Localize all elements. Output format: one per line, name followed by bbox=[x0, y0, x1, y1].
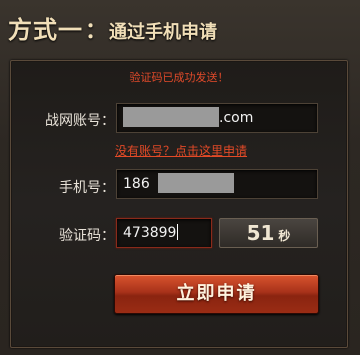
text-caret bbox=[177, 224, 179, 240]
phone-label: 手机号： bbox=[59, 180, 115, 196]
phone-prefix: 186 bbox=[123, 176, 150, 192]
account-domain-suffix: .com bbox=[219, 110, 254, 126]
account-redacted bbox=[123, 106, 219, 127]
resend-countdown-button[interactable]: 51 秒 bbox=[219, 218, 318, 248]
code-value: 473899 bbox=[123, 225, 177, 241]
status-message: 验证码已成功发送！ bbox=[129, 71, 229, 84]
countdown-number: 51 bbox=[246, 221, 275, 245]
account-label: 战网账号： bbox=[45, 113, 115, 129]
account-input[interactable]: .com bbox=[116, 103, 318, 133]
page: 方式一 ： 通过手机申请 验证码已成功发送！ 战网账号： .com 没有账号？点… bbox=[0, 0, 360, 355]
apply-now-button[interactable]: 立即申请 bbox=[114, 274, 319, 314]
apply-form-panel: 验证码已成功发送！ 战网账号： .com 没有账号？点击这里申请 手机号： 18… bbox=[10, 60, 348, 348]
phone-redacted bbox=[158, 172, 235, 193]
code-label: 验证码： bbox=[59, 228, 115, 244]
countdown-unit: 秒 bbox=[278, 229, 291, 243]
page-title-sub: 通过手机申请 bbox=[109, 22, 218, 43]
page-title: 方式一 ： 通过手机申请 bbox=[8, 10, 217, 46]
page-title-main: 方式一 bbox=[8, 16, 83, 44]
phone-input[interactable]: 186 bbox=[116, 169, 318, 199]
code-input[interactable]: 473899 bbox=[116, 218, 212, 248]
page-title-separator: ： bbox=[85, 19, 108, 44]
register-link[interactable]: 没有账号？点击这里申请 bbox=[115, 142, 247, 159]
